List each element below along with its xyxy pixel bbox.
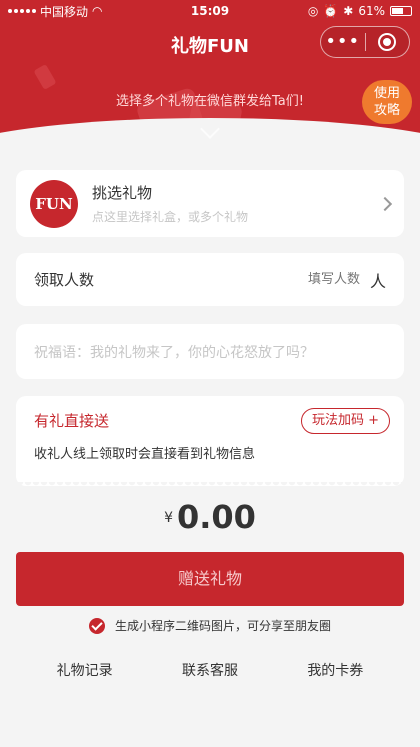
receive-count-input[interactable] [269, 272, 360, 287]
direct-send-card: 有礼直接送 玩法加码 + 收礼人线上领取时会直接看到礼物信息 [16, 396, 404, 490]
my-coupons-link[interactable]: 我的卡券 [307, 660, 363, 680]
status-time: 15:09 [190, 4, 230, 18]
more-icon[interactable]: ••• [321, 27, 365, 57]
fun-logo: FUN [30, 179, 78, 228]
blessing-input[interactable]: 祝福语：我的礼物来了，你的心花怒放了吗？ [34, 342, 386, 362]
close-mini-program-button[interactable] [366, 33, 410, 51]
guide-button[interactable]: 使用 攻略 [362, 80, 412, 124]
blessing-card[interactable]: 祝福语：我的礼物来了，你的心花怒放了吗？ [16, 324, 404, 379]
fun-logo-text: FUN [35, 194, 73, 213]
qr-option[interactable]: 生成小程序二维码图片，可分享至朋友圈 [0, 617, 420, 634]
amount-value: 0.00 [176, 498, 256, 536]
pick-gift-title: 挑选礼物 [92, 184, 153, 202]
currency-symbol: ¥ [164, 510, 173, 526]
header-tip: 选择多个礼物在微信群发给Ta们! [116, 94, 304, 109]
receive-count-label: 领取人数 [34, 271, 95, 289]
decoration-shape [33, 63, 57, 91]
guide-label-line2: 攻略 [373, 103, 400, 118]
direct-send-description: 收礼人线上领取时会直接看到礼物信息 [34, 447, 256, 462]
pick-gift-card[interactable]: FUN 挑选礼物 点这里选择礼盒，或多个礼物 [16, 170, 404, 237]
battery-icon [390, 6, 412, 16]
guide-label-line1: 使用 [373, 86, 400, 101]
mini-program-capsule: ••• [320, 26, 410, 58]
status-bar: 中国移动 ◠ 15:09 ◎ ⏰ ✱ 61% [0, 0, 420, 22]
send-gift-button[interactable]: 赠送礼物 [16, 552, 404, 606]
header-banner: 中国移动 ◠ 15:09 ◎ ⏰ ✱ 61% 礼物FUN ••• 选择多个礼物在… [0, 0, 420, 160]
gift-records-link[interactable]: 礼物记录 [57, 660, 113, 680]
qr-option-label: 生成小程序二维码图片，可分享至朋友圈 [114, 619, 331, 633]
receive-count-unit: 人 [369, 271, 386, 291]
play-upgrade-button[interactable]: 玩法加码 + [300, 408, 390, 434]
receive-count-card: 领取人数 人 [16, 253, 404, 306]
customer-service-link[interactable]: 联系客服 [182, 660, 238, 680]
amount-display: ¥0.00 [0, 498, 420, 536]
chevron-right-icon [377, 196, 393, 211]
bottom-links: 礼物记录 联系客服 我的卡券 [0, 660, 420, 680]
target-icon [378, 33, 397, 51]
pick-gift-subtitle: 点这里选择礼盒，或多个礼物 [92, 210, 249, 224]
checkbox-checked-icon[interactable] [88, 617, 105, 634]
